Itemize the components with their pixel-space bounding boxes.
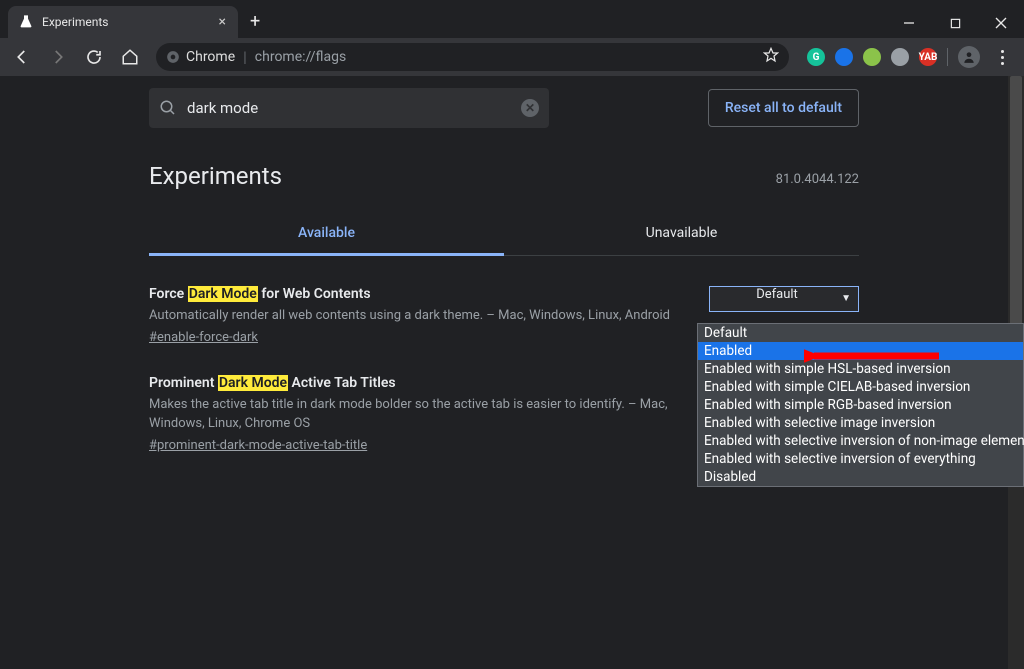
window-controls xyxy=(886,8,1024,38)
dropdown-option[interactable]: Enabled with selective inversion of ever… xyxy=(698,450,1023,468)
close-window-button[interactable] xyxy=(978,8,1024,38)
ext-idm[interactable] xyxy=(863,48,881,66)
back-button[interactable] xyxy=(6,41,38,73)
flag-description: Automatically render all web contents us… xyxy=(149,306,689,326)
tab-title: Experiments xyxy=(42,15,207,29)
dropdown-option[interactable]: Disabled xyxy=(698,468,1023,486)
flag-title: Prominent Dark Mode Active Tab Titles xyxy=(149,375,689,391)
new-tab-button[interactable]: + xyxy=(250,11,260,32)
tab-close-icon[interactable]: × xyxy=(215,14,230,30)
omnibox-url: chrome://flags xyxy=(255,49,346,65)
home-button[interactable] xyxy=(114,41,146,73)
omnibox-separator: | xyxy=(243,48,247,66)
reload-button[interactable] xyxy=(78,41,110,73)
chrome-scheme-icon: Chrome xyxy=(166,49,235,65)
search-row: ✕ Reset all to default xyxy=(149,88,859,128)
maximize-button[interactable] xyxy=(932,8,978,38)
search-icon xyxy=(159,99,177,117)
window-titlebar: Experiments × + xyxy=(0,0,1024,38)
dropdown-option[interactable]: Enabled with simple CIELAB-based inversi… xyxy=(698,378,1023,396)
scrollbar-thumb[interactable] xyxy=(1010,76,1022,356)
search-input[interactable] xyxy=(187,99,511,117)
browser-menu-button[interactable] xyxy=(990,50,1014,65)
search-box[interactable]: ✕ xyxy=(149,88,549,128)
address-bar[interactable]: Chrome | chrome://flags xyxy=(156,43,789,71)
extensions-row: G YAB xyxy=(799,46,1018,68)
tab-unavailable[interactable]: Unavailable xyxy=(504,213,859,255)
ext-yab[interactable]: YAB xyxy=(919,48,937,66)
dropdown-option[interactable]: Enabled with selective image inversion xyxy=(698,414,1023,432)
ext-globe[interactable] xyxy=(891,48,909,66)
bookmark-star-icon[interactable] xyxy=(763,47,779,67)
dropdown-option[interactable]: Enabled with selective inversion of non-… xyxy=(698,432,1023,450)
ext-blue[interactable] xyxy=(835,48,853,66)
dropdown-option[interactable]: Enabled with simple RGB-based inversion xyxy=(698,396,1023,414)
omnibox-scheme-label: Chrome xyxy=(186,49,235,65)
browser-toolbar: Chrome | chrome://flags G YAB xyxy=(0,38,1024,76)
clear-search-icon[interactable]: ✕ xyxy=(521,99,539,117)
flask-icon xyxy=(18,14,34,30)
tab-available[interactable]: Available xyxy=(149,213,504,256)
reset-all-button[interactable]: Reset all to default xyxy=(708,89,859,127)
flag-select[interactable]: Default xyxy=(709,286,859,312)
ext-grammarly[interactable]: G xyxy=(807,48,825,66)
browser-tab[interactable]: Experiments × xyxy=(8,6,238,38)
minimize-button[interactable] xyxy=(886,8,932,38)
flag-description: Makes the active tab title in dark mode … xyxy=(149,395,689,434)
flag-hash-link[interactable]: #enable-force-dark xyxy=(149,330,258,345)
tabs-row: Available Unavailable xyxy=(149,213,859,256)
extension-separator xyxy=(947,48,948,66)
profile-avatar[interactable] xyxy=(958,46,980,68)
annotation-arrow xyxy=(804,346,944,366)
forward-button[interactable] xyxy=(42,41,74,73)
flag-title: Force Dark Mode for Web Contents xyxy=(149,286,689,302)
flag-hash-link[interactable]: #prominent-dark-mode-active-tab-title xyxy=(149,438,367,453)
dropdown-option[interactable]: Default xyxy=(698,324,1023,342)
